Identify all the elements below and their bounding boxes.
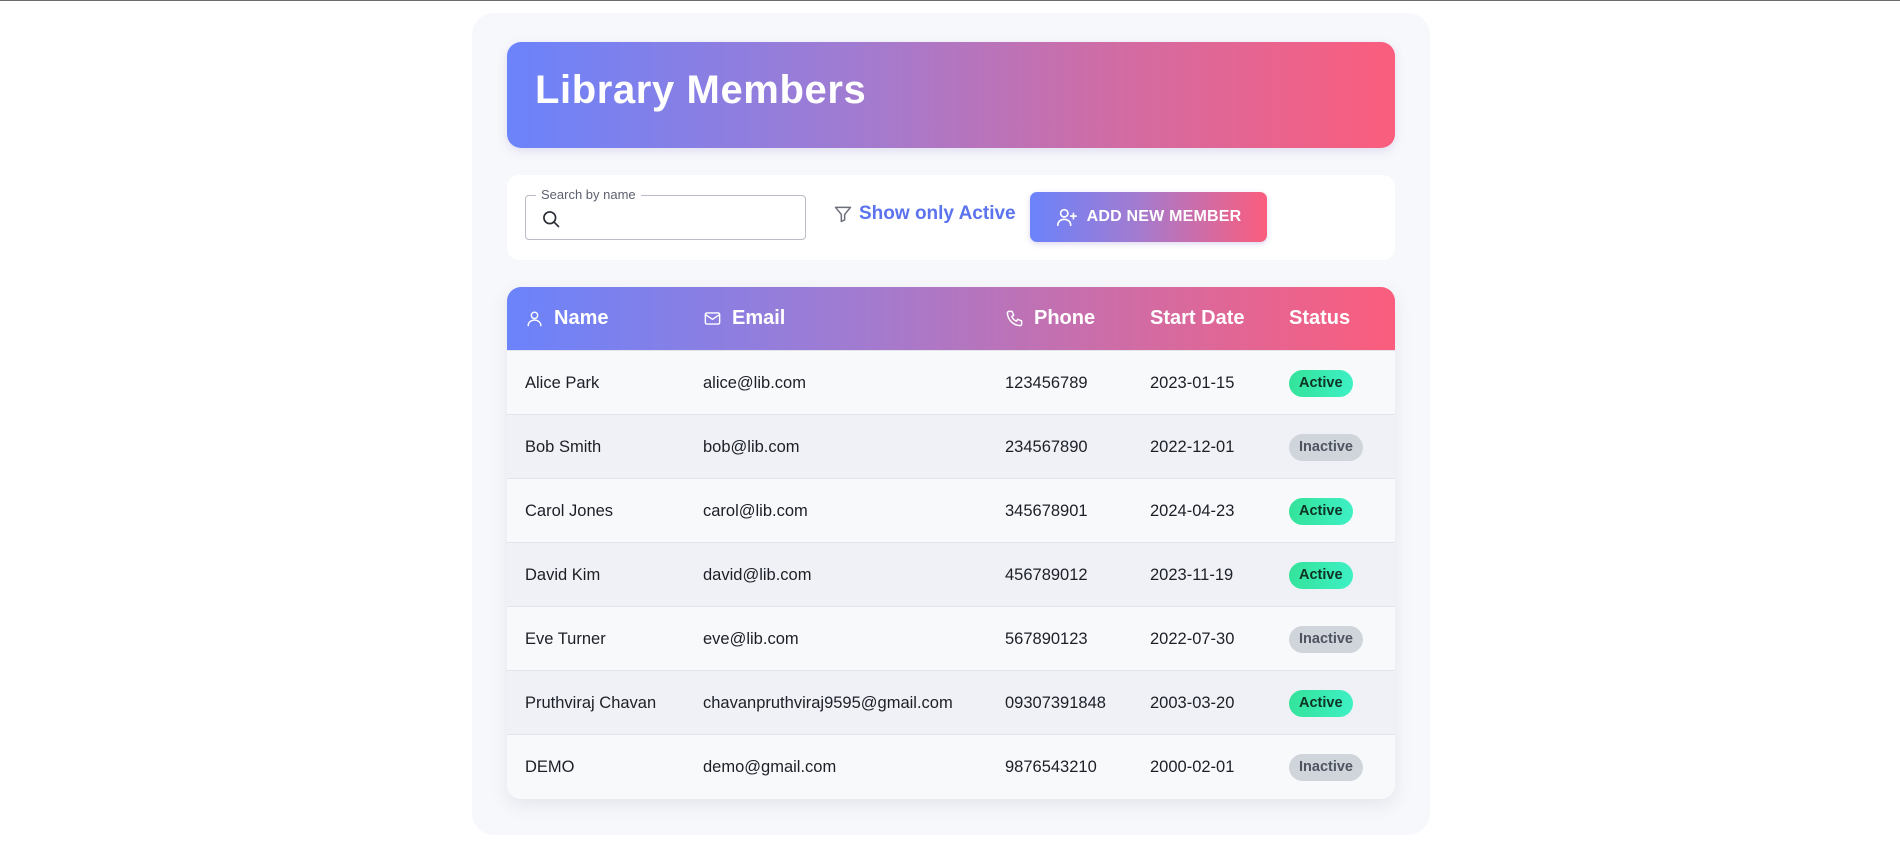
cell-status: Active (1289, 351, 1353, 415)
cell-phone: 567890123 (1005, 629, 1088, 648)
cell-name: Carol Jones (525, 501, 614, 520)
phone-icon (1006, 310, 1023, 327)
column-header-email[interactable]: Email (703, 287, 785, 350)
search-icon (543, 211, 560, 228)
table-row[interactable]: Alice Park alice@lib.com 123456789 2023-… (507, 350, 1395, 414)
page-title: Library Members (535, 68, 867, 112)
toolbar: Search by name Show only Active ADD NEW … (507, 175, 1395, 260)
column-header-phone[interactable]: Phone (1005, 287, 1095, 350)
cell-status: Inactive (1289, 735, 1363, 799)
column-header-name[interactable]: Name (525, 287, 608, 350)
cell-start-date: 2000-02-01 (1150, 757, 1235, 776)
status-badge: Inactive (1289, 433, 1363, 461)
table-row[interactable]: DEMO demo@gmail.com 9876543210 2000-02-0… (507, 734, 1395, 798)
main-container: Library Members Search by name Show only… (472, 13, 1430, 835)
column-header-phone-label: Phone (1034, 307, 1096, 329)
cell-name: Pruthviraj Chavan (525, 693, 657, 712)
cell-status: Active (1289, 671, 1353, 735)
table-row[interactable]: Eve Turner eve@lib.com 567890123 2022-07… (507, 606, 1395, 670)
cell-name: Eve Turner (525, 629, 606, 648)
cell-email: alice@lib.com (703, 373, 806, 392)
cell-start-date: 2022-12-01 (1150, 437, 1235, 456)
cell-name: David Kim (525, 565, 601, 584)
add-new-member-label: ADD NEW MEMBER (1086, 208, 1242, 225)
cell-start-date: 2024-04-23 (1150, 501, 1235, 520)
cell-start-date: 2022-07-30 (1150, 629, 1235, 648)
page-header: Library Members (507, 42, 1395, 148)
cell-start-date: 2023-11-19 (1150, 565, 1234, 584)
cell-email: chavanpruthviraj9595@gmail.com (703, 693, 953, 712)
add-new-member-button[interactable]: ADD NEW MEMBER (1030, 192, 1267, 242)
cell-name: Bob Smith (525, 437, 602, 456)
column-header-email-label: Email (732, 307, 786, 329)
table-header: Name Email Phone Start Date Status (507, 287, 1395, 350)
cell-email: david@lib.com (703, 565, 812, 584)
cell-start-date: 2023-01-15 (1150, 373, 1235, 392)
cell-status: Active (1289, 543, 1353, 607)
status-badge: Active (1289, 369, 1353, 397)
cell-phone: 456789012 (1005, 565, 1088, 584)
column-header-status[interactable]: Status (1289, 287, 1350, 350)
members-table: Name Email Phone Start Date Status Alice… (507, 287, 1395, 799)
show-active-filter-button[interactable]: Show only Active (833, 203, 1016, 225)
status-badge: Inactive (1289, 625, 1363, 653)
cell-status: Inactive (1289, 415, 1363, 479)
cell-email: demo@gmail.com (703, 757, 837, 776)
status-badge: Active (1289, 561, 1353, 589)
column-header-start-date[interactable]: Start Date (1150, 287, 1244, 350)
cell-phone: 9876543210 (1005, 757, 1097, 776)
column-header-start-date-label: Start Date (1150, 307, 1245, 329)
cell-status: Active (1289, 479, 1353, 543)
search-label: Search by name (536, 187, 641, 202)
column-header-name-label: Name (554, 307, 609, 329)
filter-icon (834, 206, 852, 223)
status-badge: Active (1289, 497, 1353, 525)
table-row[interactable]: Carol Jones carol@lib.com 345678901 2024… (507, 478, 1395, 542)
add-user-icon (1056, 208, 1077, 227)
cell-email: eve@lib.com (703, 629, 799, 648)
cell-email: bob@lib.com (703, 437, 800, 456)
cell-start-date: 2003-03-20 (1150, 693, 1235, 712)
cell-phone: 234567890 (1005, 437, 1088, 456)
filter-label: Show only Active (859, 203, 1016, 224)
cell-status: Inactive (1289, 607, 1363, 671)
search-box[interactable]: Search by name (525, 187, 806, 240)
cell-phone: 09307391848 (1005, 693, 1106, 712)
cell-email: carol@lib.com (703, 501, 808, 520)
table-row[interactable]: Bob Smith bob@lib.com 234567890 2022-12-… (507, 414, 1395, 478)
table-row[interactable]: Pruthviraj Chavan chavanpruthviraj9595@g… (507, 670, 1395, 734)
cell-name: Alice Park (525, 373, 600, 392)
status-badge: Active (1289, 689, 1353, 717)
cell-phone: 345678901 (1005, 501, 1088, 520)
status-badge: Inactive (1289, 753, 1363, 781)
user-icon (527, 311, 542, 327)
cell-name: DEMO (525, 757, 575, 776)
search-input[interactable] (570, 204, 795, 232)
cell-phone: 123456789 (1005, 373, 1088, 392)
column-header-status-label: Status (1289, 307, 1351, 329)
mail-icon (704, 312, 721, 325)
table-row[interactable]: David Kim david@lib.com 456789012 2023-1… (507, 542, 1395, 606)
